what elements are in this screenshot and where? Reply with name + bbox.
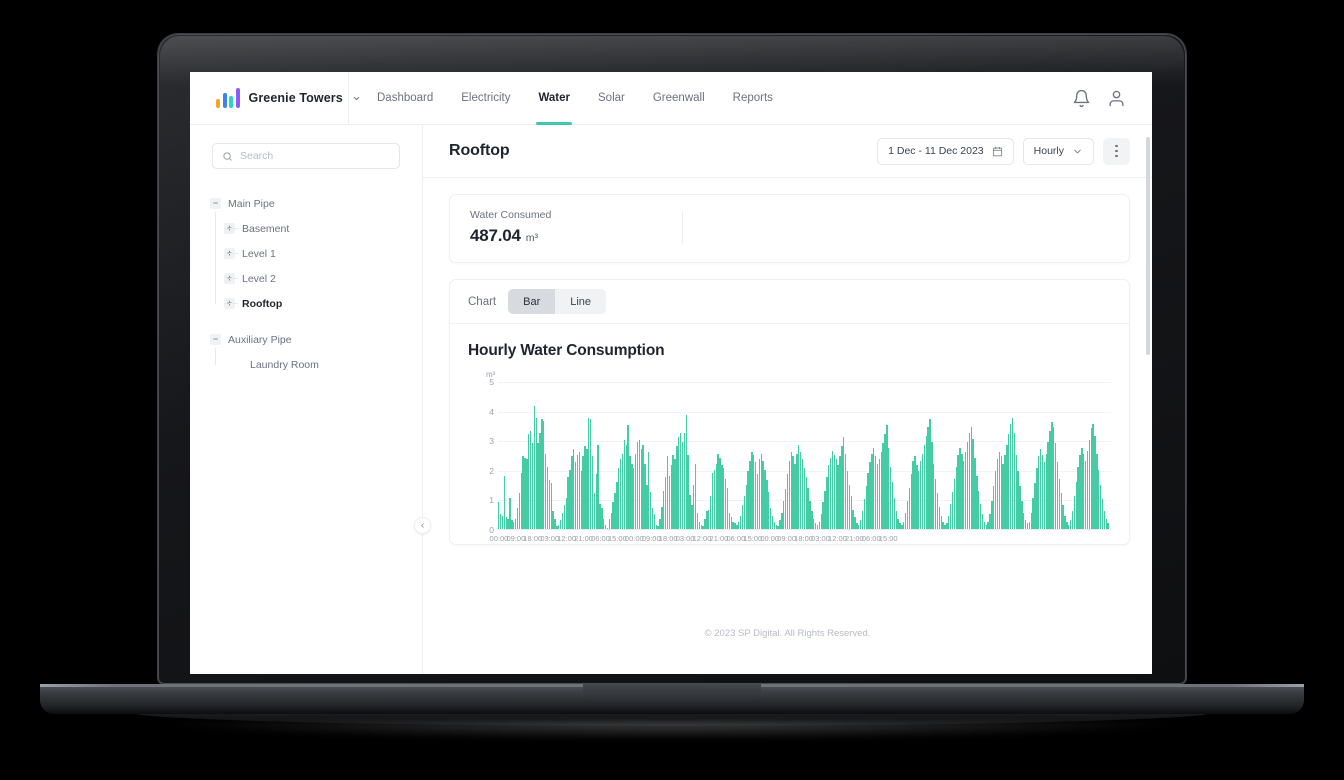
tree-children-main-pipe: + Basement + Level 1 + Level 2 + Rooftop <box>210 212 404 316</box>
water-consumed-card: Water Consumed 487.04 m³ <box>449 194 1130 263</box>
laptop-base <box>40 684 1304 714</box>
tree-node-level-2[interactable]: + Level 2 <box>224 266 404 291</box>
tree-children-auxiliary-pipe: Laundry Room <box>210 348 404 377</box>
kpi-unit: m³ <box>525 232 539 244</box>
chart-card: Chart Bar Line Hourly Water Consumption <box>449 279 1130 545</box>
kpi-value: 487.04 m³ <box>470 226 658 246</box>
expand-toggle-icon[interactable]: + <box>224 273 235 284</box>
search-input[interactable] <box>240 150 390 162</box>
footer-zone: © 2023 SP Digital. All Rights Reserved. <box>423 602 1152 674</box>
date-range-label: 1 Dec - 11 Dec 2023 <box>888 145 984 157</box>
chevron-down-icon <box>353 96 359 100</box>
app-root: Greenie Towers Dashboard Electricity Wat… <box>190 72 1152 674</box>
sidebar-collapse-button[interactable] <box>414 517 431 534</box>
chart-toolbar-label: Chart <box>468 295 497 308</box>
tree-node-label: Rooftop <box>242 297 283 310</box>
x-tick-label: 15:00 <box>878 534 898 543</box>
plot-canvas <box>498 382 1111 530</box>
date-range-picker[interactable]: 1 Dec - 11 Dec 2023 <box>877 137 1014 165</box>
chart-type-line-button[interactable]: Line <box>555 289 607 314</box>
granularity-label: Hourly <box>1033 145 1064 157</box>
tree-group-main-pipe: − Main Pipe + Basement + Level 1 + Level… <box>210 191 404 316</box>
nav-link-electricity[interactable]: Electricity <box>447 72 524 125</box>
expand-toggle-icon[interactable]: + <box>224 298 235 309</box>
tree-node-rooftop[interactable]: + Rooftop <box>224 291 404 316</box>
tree-node-label: Level 1 <box>242 247 276 260</box>
laptop-base-notch <box>583 684 761 702</box>
chart-toolbar: Chart Bar Line <box>450 280 1129 324</box>
chart-type-toggle: Bar Line <box>508 289 607 314</box>
expand-toggle-icon[interactable]: + <box>224 248 235 259</box>
expand-toggle-icon[interactable]: + <box>224 223 235 234</box>
y-tick-label: 3 <box>489 436 494 447</box>
collapse-toggle-icon[interactable]: − <box>210 198 221 209</box>
kebab-menu-icon[interactable] <box>1103 137 1130 165</box>
search-icon <box>223 151 232 161</box>
tree-node-basement[interactable]: + Basement <box>224 216 404 241</box>
search-box[interactable] <box>212 143 400 169</box>
brand-selector[interactable]: Greenie Towers <box>190 72 359 125</box>
brand-name: Greenie Towers <box>248 91 343 105</box>
laptop-base-shine <box>150 722 1194 740</box>
chart-body: Hourly Water Consumption m³ 012345 00:00… <box>450 324 1129 544</box>
chart-title: Hourly Water Consumption <box>468 342 665 359</box>
content-area: Rooftop 1 Dec - 11 Dec 2023 Hourly Water… <box>423 125 1152 674</box>
panel-area: Water Consumed 487.04 m³ Chart Bar Line … <box>423 178 1152 602</box>
nav-link-reports[interactable]: Reports <box>719 72 787 125</box>
x-axis-tick-labels: 00:00 09:00 18:00 03:00 12:00 21:00 06:00 15:00… <box>490 534 1111 544</box>
granularity-select[interactable]: Hourly <box>1022 137 1094 165</box>
tree-node-label: Main Pipe <box>228 197 275 210</box>
screenshot-stage: Greenie Towers Dashboard Electricity Wat… <box>0 0 1344 780</box>
user-icon[interactable] <box>1107 89 1126 108</box>
tree-node-label: Laundry Room <box>250 358 319 371</box>
tree-node-label: Basement <box>242 222 290 235</box>
footer-text: © 2023 SP Digital. All Rights Reserved. <box>704 628 871 639</box>
tree-node-level-1[interactable]: + Level 1 <box>224 241 404 266</box>
kpi-number: 487.04 <box>470 226 521 245</box>
bell-icon[interactable] <box>1072 89 1091 108</box>
nav-link-greenwall[interactable]: Greenwall <box>639 72 719 125</box>
tree-node-laundry-room[interactable]: Laundry Room <box>224 352 404 377</box>
bar-logo-icon <box>216 88 240 108</box>
tree-node-auxiliary-pipe[interactable]: − Auxiliary Pipe <box>210 327 404 352</box>
y-tick-label: 4 <box>489 406 494 417</box>
collapse-toggle-icon[interactable]: − <box>210 334 221 345</box>
main-nav-links: Dashboard Electricity Water Solar Greenw… <box>363 72 787 125</box>
chevron-down-icon <box>1074 149 1081 153</box>
laptop-screen: Greenie Towers Dashboard Electricity Wat… <box>190 72 1152 674</box>
tree-group-auxiliary-pipe: − Auxiliary Pipe Laundry Room <box>210 327 404 377</box>
kpi-label: Water Consumed <box>470 209 552 221</box>
page-title: Rooftop <box>449 142 510 159</box>
vertical-scrollbar[interactable] <box>1146 137 1150 355</box>
page-header: Rooftop 1 Dec - 11 Dec 2023 Hourly <box>423 125 1152 178</box>
y-tick-label: 2 <box>489 465 494 476</box>
asset-tree: − Main Pipe + Basement + Level 1 + Level… <box>190 191 422 377</box>
sidebar: − Main Pipe + Basement + Level <box>190 125 431 674</box>
top-navigation-bar: Greenie Towers Dashboard Electricity Wat… <box>190 72 1152 125</box>
chart-type-bar-button[interactable]: Bar <box>508 289 556 314</box>
page-header-tools: 1 Dec - 11 Dec 2023 Hourly <box>877 137 1130 165</box>
chevron-left-icon <box>421 523 424 528</box>
nav-link-water[interactable]: Water <box>524 72 584 125</box>
content-scroll: Water Consumed 487.04 m³ Chart Bar Line … <box>423 178 1152 674</box>
y-tick-label: 1 <box>489 495 494 506</box>
app-body: − Main Pipe + Basement + Level <box>190 125 1152 674</box>
y-axis-tick-labels: 012345 <box>468 377 494 535</box>
kpi-divider <box>682 211 683 244</box>
y-tick-label: 5 <box>489 377 494 387</box>
chart-plot-area: m³ 012345 00:00 09:00 18:00 03:00 12:00 21:00… <box>468 370 1111 544</box>
nav-link-solar[interactable]: Solar <box>584 72 639 125</box>
tree-node-main-pipe[interactable]: − Main Pipe <box>210 191 404 216</box>
tree-node-label: Auxiliary Pipe <box>228 333 292 346</box>
bar-series <box>498 382 1111 529</box>
calendar-icon <box>992 146 1002 156</box>
nav-right-actions <box>1072 89 1152 108</box>
kpi-block: Water Consumed 487.04 m³ <box>470 209 658 246</box>
tree-node-label: Level 2 <box>242 272 276 285</box>
bar[interactable] <box>1107 523 1109 529</box>
nav-link-dashboard[interactable]: Dashboard <box>363 72 447 125</box>
